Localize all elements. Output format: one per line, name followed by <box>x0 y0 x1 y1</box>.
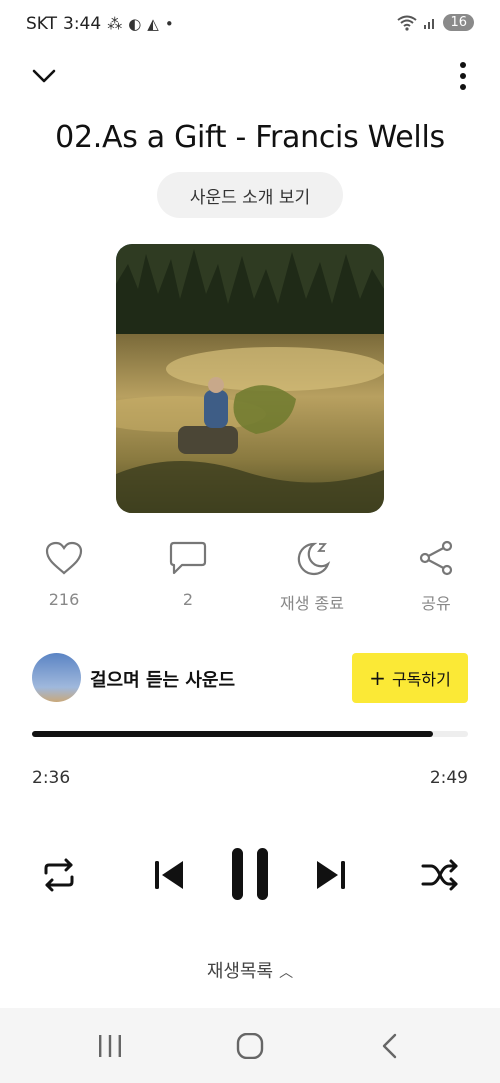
status-left: SKT 3:44 ⁂ ◐ ◭ • <box>26 14 174 34</box>
share-label: 공유 <box>421 594 451 613</box>
carrier: SKT <box>26 14 58 34</box>
sound-intro-button[interactable]: 사운드 소개 보기 <box>157 172 343 218</box>
comment-button[interactable]: 2 <box>138 540 238 609</box>
channel-avatar[interactable] <box>32 653 81 702</box>
plus-icon: + <box>369 666 386 690</box>
chevron-up-icon: ︿ <box>279 965 294 981</box>
shuffle-icon[interactable] <box>421 858 461 892</box>
skip-next-icon[interactable] <box>315 858 347 892</box>
sleep-timer-label: 재생 종료 <box>280 594 344 613</box>
share-icon <box>419 540 453 576</box>
status-right: 16 <box>397 14 474 31</box>
repeat-icon[interactable] <box>40 858 78 892</box>
action-row: 216 2 재생 종료 공유 <box>0 540 500 620</box>
playlist-toggle[interactable]: 재생목록 ︿ <box>0 957 500 983</box>
channel-name[interactable]: 걸으며 듣는 사운드 <box>90 666 235 692</box>
signal-icon <box>424 18 435 29</box>
playback-controls <box>0 840 500 910</box>
track-title: 02.As a Gift - Francis Wells <box>55 120 445 155</box>
album-art-image <box>116 244 384 513</box>
share-button[interactable]: 공유 <box>386 540 486 614</box>
app-notification-icon: ◭ <box>147 15 159 33</box>
chevron-down-icon[interactable] <box>30 62 58 90</box>
elapsed-time: 2:36 <box>32 768 71 788</box>
back-icon[interactable] <box>378 1033 402 1059</box>
subscribe-button[interactable]: + 구독하기 <box>352 653 468 703</box>
comment-count: 2 <box>182 590 194 609</box>
pause-icon[interactable] <box>230 846 270 902</box>
moon-icon <box>297 542 331 576</box>
more-vert-icon[interactable] <box>456 60 470 92</box>
battery-indicator: 16 <box>443 14 474 31</box>
system-nav-bar <box>0 1008 500 1083</box>
progress-bar[interactable] <box>32 731 468 737</box>
sleep-timer-button[interactable]: 재생 종료 <box>262 540 362 614</box>
like-button[interactable]: 216 <box>14 540 114 609</box>
clock: 3:44 <box>63 14 102 34</box>
skip-previous-icon[interactable] <box>153 858 185 892</box>
wifi-icon <box>397 15 418 31</box>
dot-icon: • <box>164 15 174 33</box>
home-icon[interactable] <box>236 1033 264 1059</box>
sync-icon: ◐ <box>128 15 142 33</box>
progress-fill <box>32 731 434 737</box>
top-bar <box>0 56 500 96</box>
playlist-label: 재생목록 <box>206 961 274 982</box>
subscribe-label: 구독하기 <box>391 670 451 689</box>
total-time: 2:49 <box>429 768 468 788</box>
notification-icon: ⁂ <box>107 15 123 33</box>
recent-apps-icon[interactable] <box>96 1033 124 1059</box>
like-count: 216 <box>48 590 80 609</box>
comment-icon <box>169 541 207 575</box>
channel-row: 걸으며 듣는 사운드 + 구독하기 <box>32 653 468 703</box>
heart-icon <box>45 541 83 575</box>
album-art <box>116 244 384 513</box>
status-bar: SKT 3:44 ⁂ ◐ ◭ • 16 <box>0 0 500 52</box>
